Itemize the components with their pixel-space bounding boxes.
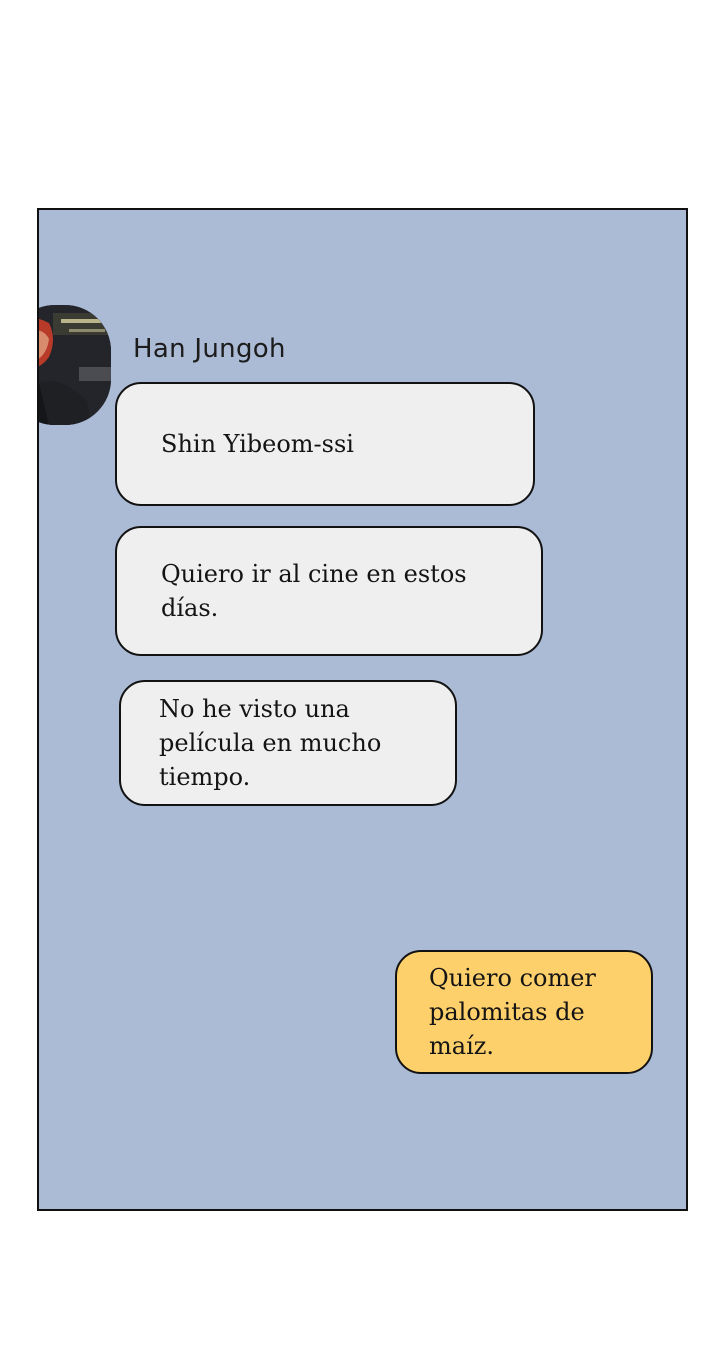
message-text: No he visto una película en mucho tiempo… [159,695,382,791]
message-text: Quiero comer palomitas de maíz. [429,964,596,1060]
contact-name: Han Jungoh [133,334,286,364]
own-message-bubble[interactable]: Quiero comer palomitas de maíz. [395,950,653,1074]
message-text: Shin Yibeom-ssi [161,430,354,458]
message-bubble[interactable]: Shin Yibeom-ssi [115,382,535,506]
chat-panel: Han Jungoh Shin Yibeom-ssi Quiero ir al … [37,208,688,1211]
avatar-image [39,305,111,425]
message-text: Quiero ir al cine en estos días. [161,560,467,622]
contact-avatar[interactable] [39,305,111,425]
message-bubble[interactable]: Quiero ir al cine en estos días. [115,526,543,656]
message-bubble[interactable]: No he visto una película en mucho tiempo… [119,680,457,806]
